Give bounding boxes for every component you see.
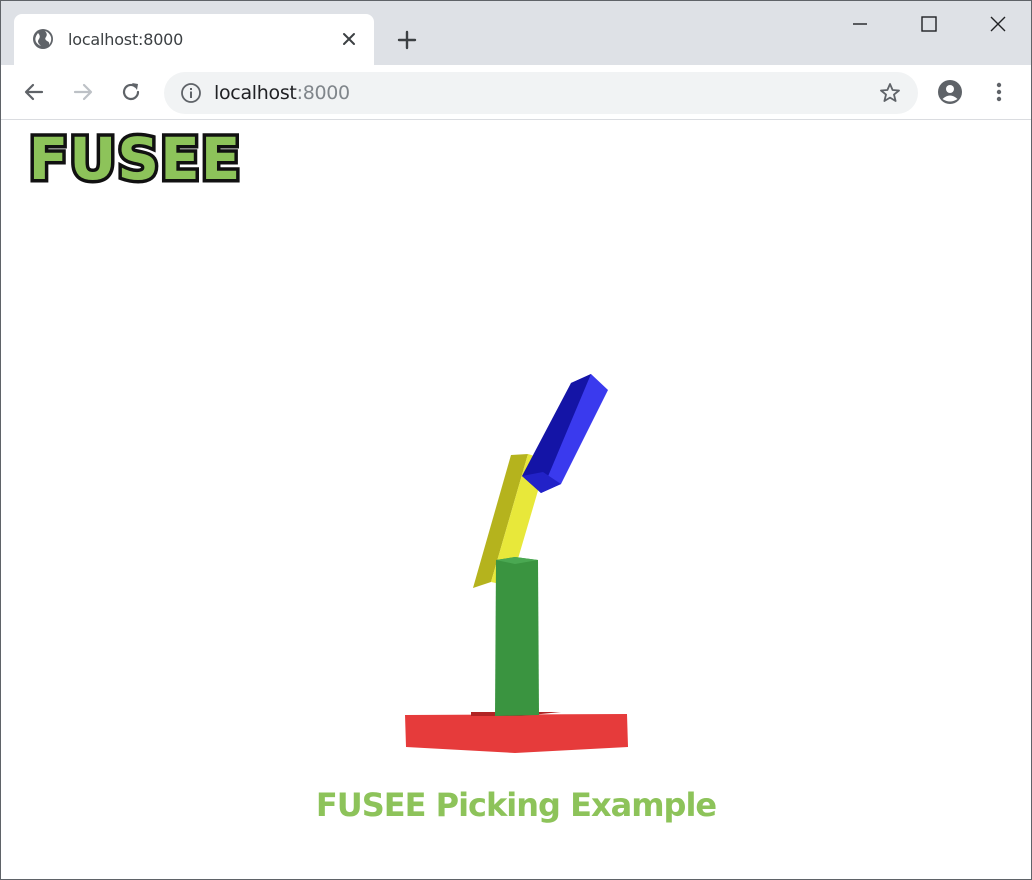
minimize-icon[interactable] [847,11,873,37]
close-icon[interactable] [985,11,1011,37]
star-icon[interactable] [878,81,902,105]
arrow-left-icon[interactable] [21,79,47,105]
url-text[interactable]: localhost:8000 [214,82,350,104]
upper-arm[interactable] [522,374,608,493]
close-icon[interactable] [340,30,358,48]
page-caption: FUSEE Picking Example [315,786,717,824]
url-host: localhost [214,82,297,104]
arrow-right-icon[interactable] [70,79,96,105]
tab-strip: localhost:8000 [1,1,1031,65]
url-port: :8000 [296,82,351,104]
globe-icon [33,29,53,49]
info-icon[interactable] [180,82,202,104]
kebab-menu-icon[interactable] [986,79,1012,105]
account-icon[interactable] [937,79,963,105]
page-content: FUSEE FUSEE Picking Example [1,120,1031,879]
browser-window: localhost:8000 localhost:8000 FUSEE FUSE… [0,0,1032,880]
base[interactable] [405,712,628,753]
svg-text:FUSEE: FUSEE [29,125,242,191]
browser-toolbar: localhost:8000 [1,65,1031,120]
fusee-logo: FUSEE [25,125,244,191]
maximize-icon[interactable] [916,11,942,37]
browser-tab[interactable]: localhost:8000 [14,14,374,65]
reload-icon[interactable] [118,79,144,105]
lower-arm[interactable] [495,557,539,716]
address-bar[interactable]: localhost:8000 [164,72,918,114]
plus-icon[interactable] [395,28,419,52]
tab-title: localhost:8000 [68,30,184,49]
render-canvas[interactable] [1,120,1031,879]
